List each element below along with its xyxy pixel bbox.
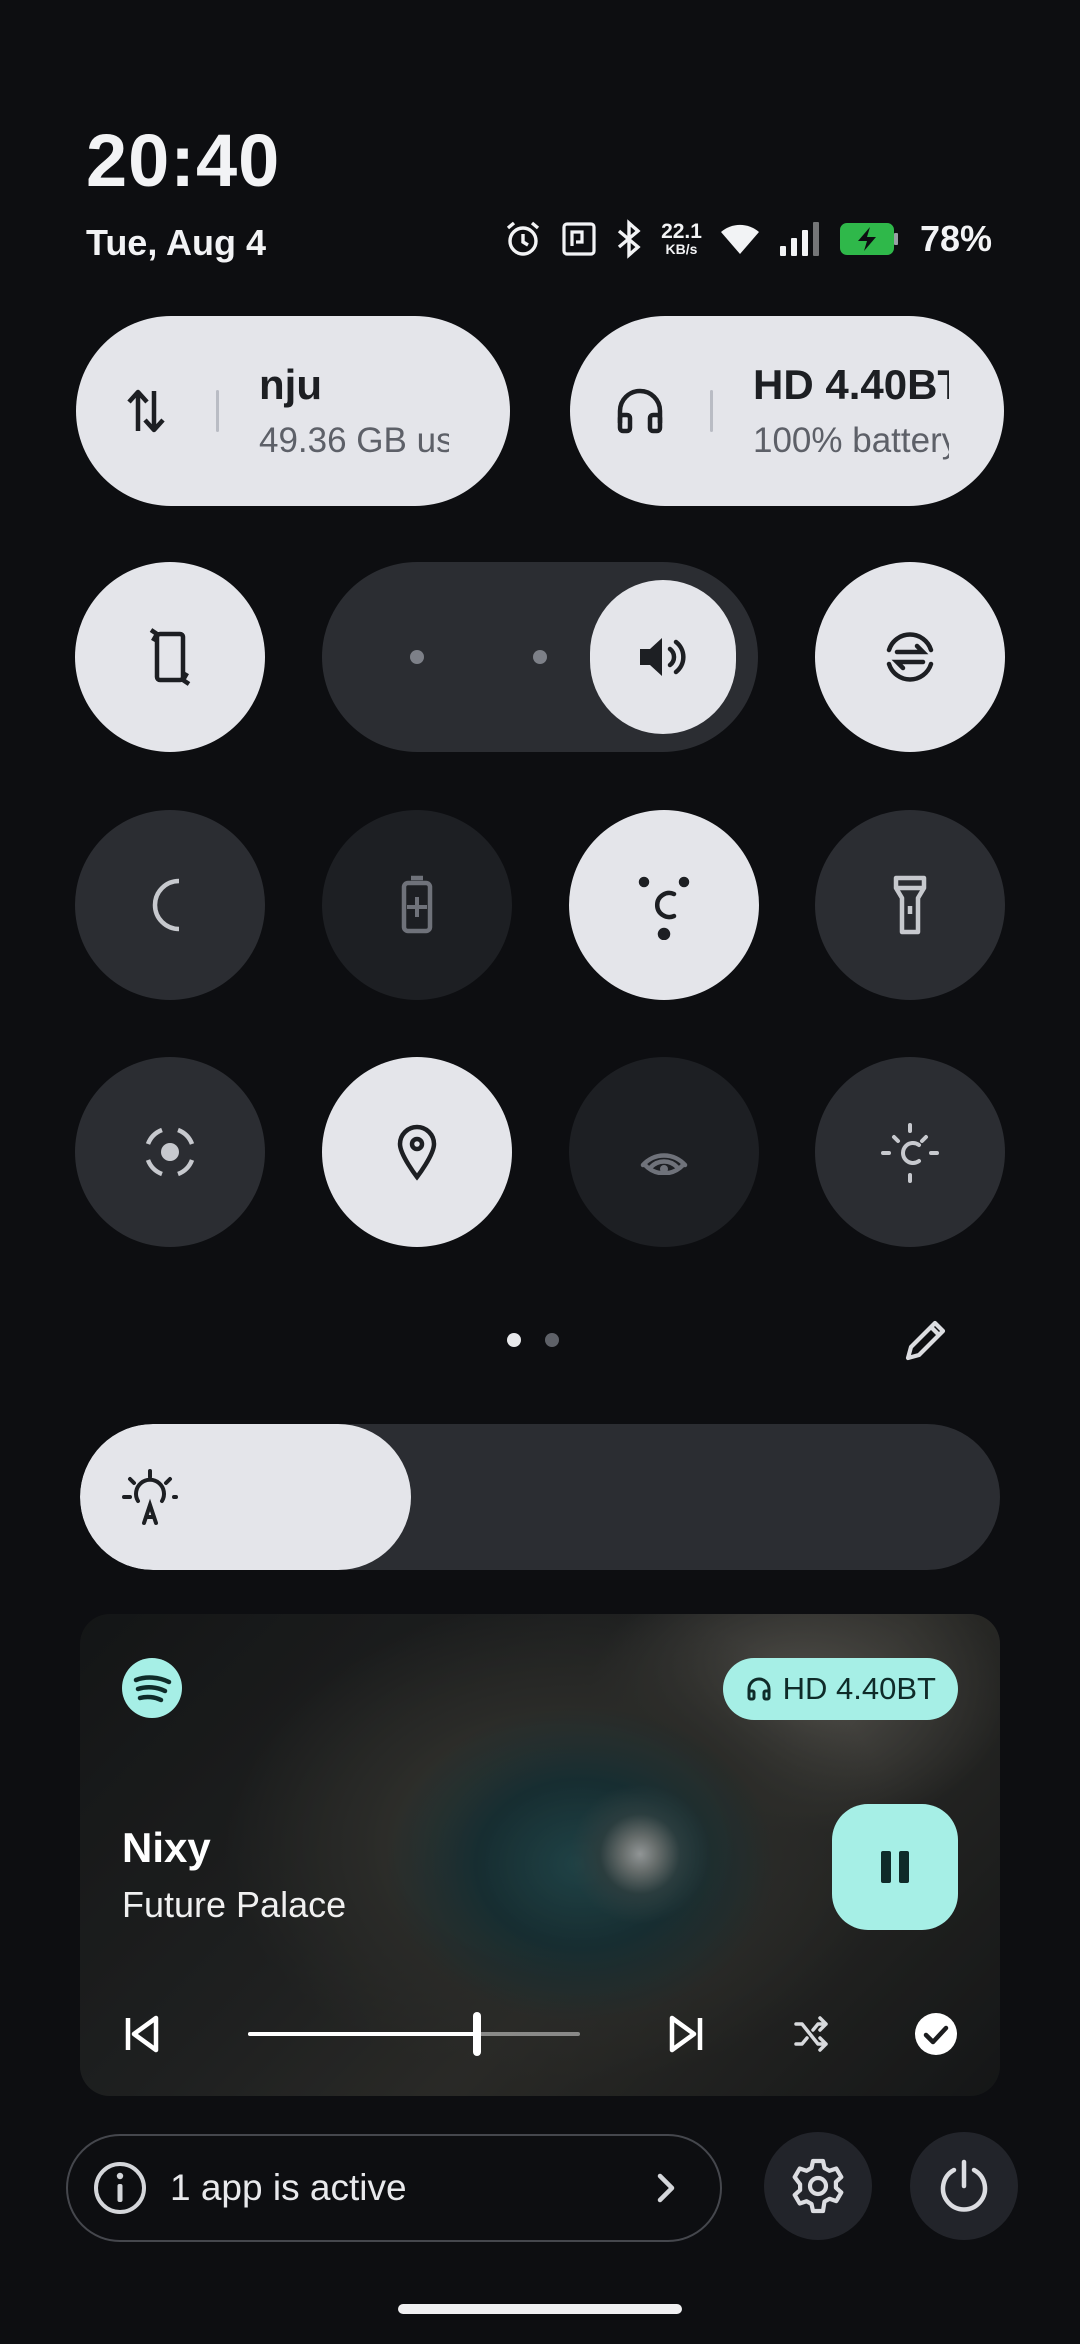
clock-time[interactable]: 20:40 xyxy=(86,118,280,203)
location-icon xyxy=(397,1124,437,1181)
sound-mode-knob[interactable] xyxy=(590,580,736,734)
dark-mode-tile[interactable] xyxy=(75,810,265,1000)
data-tile-title: nju xyxy=(259,361,322,408)
nfc-icon xyxy=(562,222,596,256)
skip-next-icon xyxy=(669,2015,703,2053)
next-track-button[interactable] xyxy=(666,2012,706,2061)
mobile-data-tile[interactable]: nju 49.36 GB used xyxy=(76,316,510,506)
battery-saver-tile[interactable] xyxy=(322,810,512,1000)
gear-icon xyxy=(792,2158,844,2214)
sound-mode-vibrate-dot[interactable] xyxy=(533,650,547,664)
pencil-icon xyxy=(905,1320,946,1361)
home-gesture-bar[interactable] xyxy=(398,2304,682,2314)
extra-dim-tile[interactable] xyxy=(815,1057,1005,1247)
hotspot-icon xyxy=(640,1153,688,1175)
extra-dim-icon xyxy=(881,1123,939,1183)
edit-tiles-button[interactable] xyxy=(902,1316,950,1369)
battery-percent: 78% xyxy=(919,218,992,259)
auto-rotate-tile[interactable] xyxy=(75,562,265,752)
active-apps-label: 1 app is active xyxy=(170,2167,407,2208)
settings-button[interactable] xyxy=(764,2132,872,2240)
screen-record-tile[interactable] xyxy=(75,1057,265,1247)
date-label[interactable]: Tue, Aug 4 xyxy=(86,222,266,264)
alarm-icon xyxy=(506,221,540,256)
bluetooth-device-tile[interactable]: HD 4.40BT 100% battery xyxy=(570,316,1004,506)
headphones-icon xyxy=(617,388,663,434)
screen-record-icon xyxy=(145,1127,195,1177)
sound-icon xyxy=(640,638,686,676)
power-button[interactable] xyxy=(910,2132,1018,2240)
info-icon xyxy=(94,2162,146,2214)
battery-saver-icon xyxy=(401,875,433,934)
page-indicator-inactive[interactable] xyxy=(545,1333,559,1347)
cellular-signal-icon xyxy=(779,222,819,256)
bt-tile-subtitle: 100% battery xyxy=(753,421,949,460)
shuffle-button[interactable] xyxy=(792,2014,832,2059)
eye-comfort-tile[interactable] xyxy=(569,810,759,1000)
pause-button[interactable] xyxy=(832,1804,958,1930)
net-speed-value: 22.1 xyxy=(661,220,702,243)
bt-tile-title: HD 4.40BT xyxy=(753,361,949,408)
data-tile-subtitle: 49.36 GB used xyxy=(259,421,449,460)
auto-rotate-icon xyxy=(149,628,191,686)
output-device-label: HD 4.40BT xyxy=(782,1671,936,1706)
page-indicator-active[interactable] xyxy=(507,1333,521,1347)
tile-separator xyxy=(710,390,713,432)
auto-brightness-icon xyxy=(122,1469,178,1525)
status-icons: 22.1 KB/s 78% xyxy=(503,214,992,264)
net-speed: 22.1 KB/s xyxy=(661,220,702,257)
net-speed-unit: KB/s xyxy=(665,241,698,257)
flashlight-icon xyxy=(893,875,927,935)
artist-name: Future Palace xyxy=(122,1884,347,1925)
power-icon xyxy=(940,2159,988,2212)
headphones-icon xyxy=(747,1677,771,1701)
tile-separator xyxy=(216,390,219,432)
song-title: Nixy xyxy=(122,1824,211,1871)
playback-progress-fill xyxy=(248,2032,478,2036)
save-to-library-button[interactable] xyxy=(914,2012,958,2061)
data-saver-tile[interactable] xyxy=(815,562,1005,752)
hotspot-tile[interactable] xyxy=(569,1057,759,1247)
wifi-icon xyxy=(720,224,759,254)
checkmark-circle-icon xyxy=(915,2013,957,2055)
pause-icon xyxy=(881,1851,909,1883)
battery-charging-icon xyxy=(839,223,898,255)
dark-mode-icon xyxy=(152,878,180,932)
location-tile[interactable] xyxy=(322,1057,512,1247)
chevron-right-icon xyxy=(657,2173,675,2203)
spotify-app-icon[interactable] xyxy=(122,1658,182,1723)
playback-progress[interactable] xyxy=(248,2012,580,2056)
shuffle-icon xyxy=(794,2016,828,2052)
output-device-chip[interactable]: HD 4.40BT xyxy=(722,1658,958,1720)
data-saver-icon xyxy=(886,632,934,682)
data-transfer-icon xyxy=(127,389,165,433)
bluetooth-icon xyxy=(617,219,641,259)
spotify-icon xyxy=(122,1658,182,1718)
brightness-slider[interactable] xyxy=(80,1424,1000,1570)
sound-mode-mute-dot[interactable] xyxy=(410,650,424,664)
sound-mode-selector[interactable] xyxy=(322,562,758,752)
eye-comfort-icon xyxy=(638,876,690,940)
playback-progress-thumb[interactable] xyxy=(473,2012,482,2056)
media-player-card[interactable]: HD 4.40BT Nixy Future Palace xyxy=(80,1614,1000,2096)
previous-track-button[interactable] xyxy=(122,2012,162,2061)
skip-previous-icon xyxy=(125,2015,159,2053)
flashlight-tile[interactable] xyxy=(815,810,1005,1000)
active-apps-button[interactable]: 1 app is active xyxy=(66,2134,722,2242)
